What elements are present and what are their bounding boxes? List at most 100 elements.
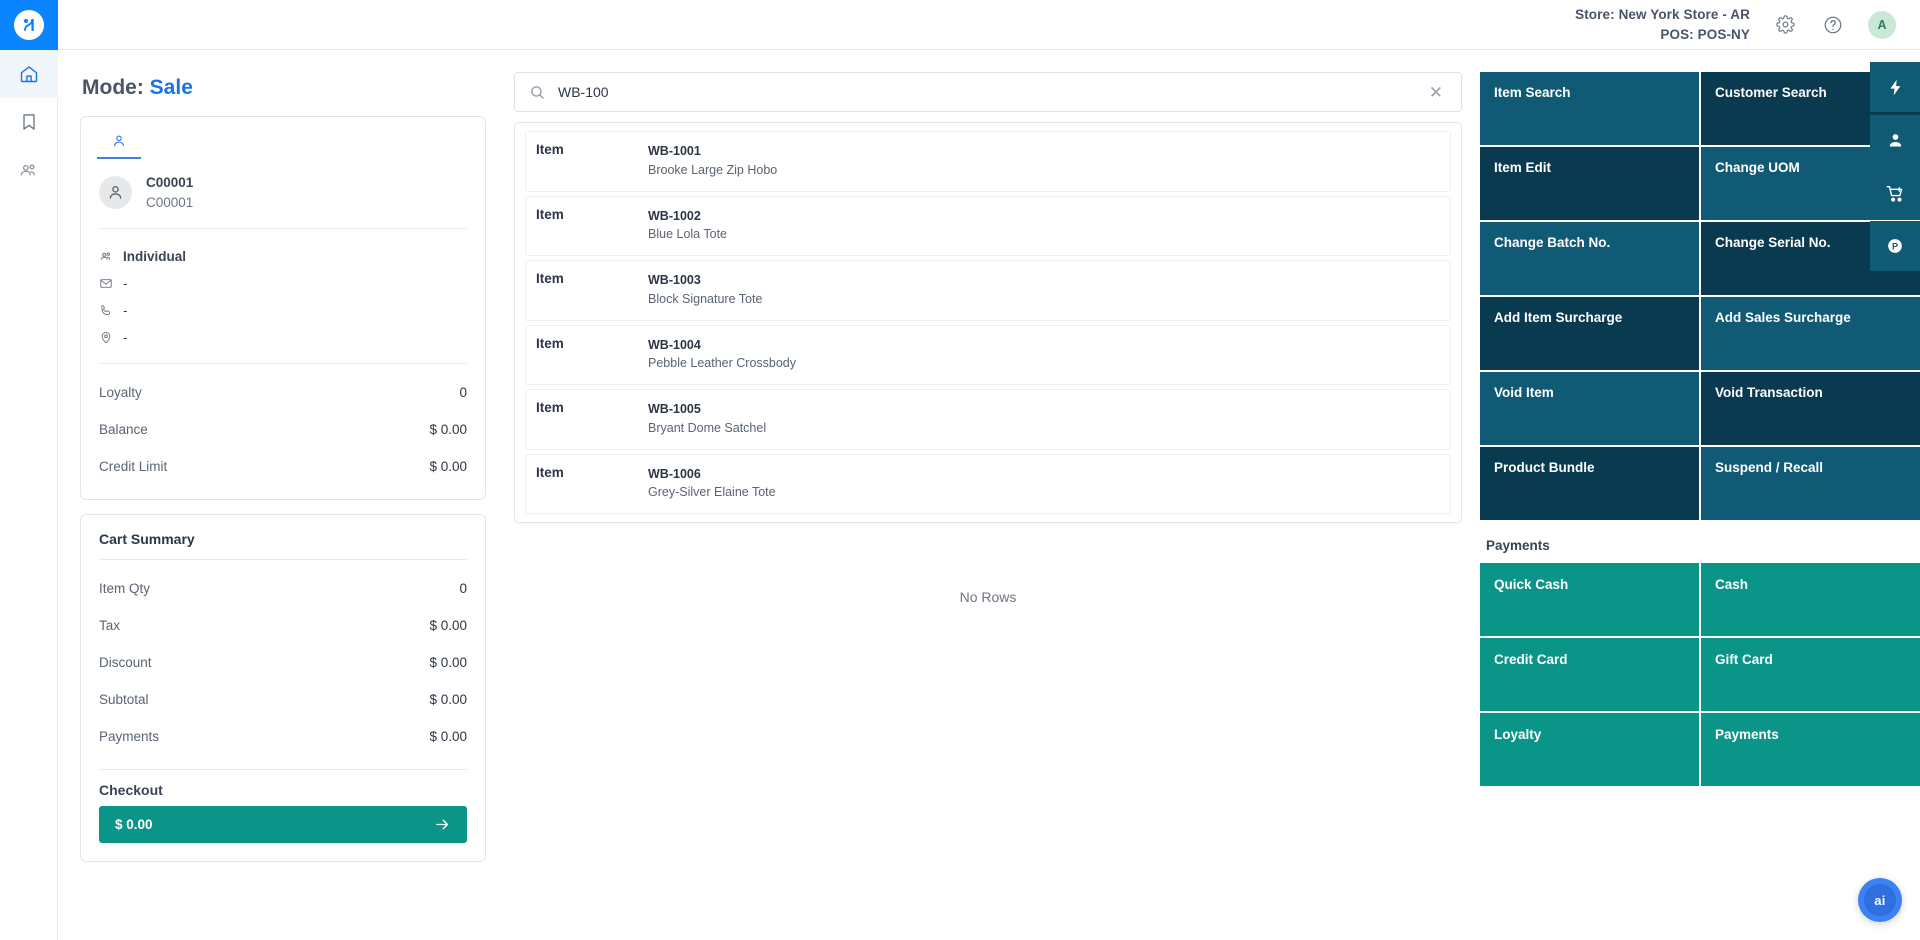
left-navigation-rail — [0, 0, 58, 940]
result-code: WB-1001 — [648, 142, 777, 161]
checkout-button[interactable]: $ 0.00 — [99, 806, 467, 843]
phone-icon — [99, 303, 113, 318]
action-item-edit[interactable]: Item Edit — [1480, 147, 1699, 220]
app-logo[interactable] — [0, 0, 58, 50]
settings-button[interactable] — [1772, 12, 1798, 38]
users-icon — [99, 249, 113, 264]
rail-park-button[interactable]: P — [1870, 221, 1920, 271]
payment-payments[interactable]: Payments — [1701, 713, 1920, 786]
search-result-item[interactable]: Item WB-1006 Grey-Silver Elaine Tote — [525, 454, 1451, 515]
lightning-icon — [1886, 78, 1905, 97]
action-suspend-recall[interactable]: Suspend / Recall — [1701, 447, 1920, 520]
customer-card: C00001 C00001 Individual — [80, 116, 486, 500]
result-type: Item — [536, 336, 648, 351]
payment-credit-card[interactable]: Credit Card — [1480, 638, 1699, 711]
metric-value: 0 — [459, 385, 467, 400]
sidebar-item-bookmarks[interactable] — [0, 98, 58, 146]
payments-section-title: Payments — [1480, 520, 1920, 563]
checkout-amount: $ 0.00 — [115, 817, 153, 832]
cart-summary-rows: Item Qty 0 Tax $ 0.00 Discount $ 0.00 — [81, 560, 485, 769]
summary-value: $ 0.00 — [429, 618, 467, 633]
person-icon — [111, 133, 127, 149]
summary-label: Payments — [99, 729, 159, 744]
sidebar-item-customers[interactable] — [0, 146, 58, 194]
top-header-bar: Store: New York Store - AR POS: POS-NY A — [58, 0, 1920, 50]
arrow-right-icon — [434, 816, 451, 833]
cart-summary-title: Cart Summary — [81, 515, 485, 559]
customer-email-row: - — [99, 270, 467, 297]
payment-quick-cash[interactable]: Quick Cash — [1480, 563, 1699, 636]
action-product-bundle[interactable]: Product Bundle — [1480, 447, 1699, 520]
result-description: Block Signature Tote — [648, 290, 762, 309]
quick-action-rail: P — [1870, 50, 1920, 271]
logo-mark-icon — [14, 10, 44, 40]
result-type: Item — [536, 271, 648, 286]
customer-avatar — [99, 176, 132, 209]
customer-metrics: Loyalty 0 Balance $ 0.00 Credit Limit $ … — [81, 364, 485, 499]
search-results-dropdown: Item WB-1001 Brooke Large Zip Hobo Item … — [514, 122, 1462, 523]
payment-cash[interactable]: Cash — [1701, 563, 1920, 636]
search-result-item[interactable]: Item WB-1003 Block Signature Tote — [525, 260, 1451, 321]
summary-row: Item Qty 0 — [99, 570, 467, 607]
user-avatar[interactable]: A — [1868, 11, 1896, 39]
search-result-item[interactable]: Item WB-1001 Brooke Large Zip Hobo — [525, 131, 1451, 192]
result-description: Pebble Leather Crossbody — [648, 354, 796, 373]
rail-customer-button[interactable] — [1870, 115, 1920, 165]
payment-loyalty[interactable]: Loyalty — [1480, 713, 1699, 786]
action-change-batch-no[interactable]: Change Batch No. — [1480, 222, 1699, 295]
svg-text:P: P — [1892, 242, 1898, 252]
search-result-item[interactable]: Item WB-1005 Bryant Dome Satchel — [525, 389, 1451, 450]
rail-add-to-cart-button[interactable] — [1870, 168, 1920, 218]
summary-value: $ 0.00 — [429, 655, 467, 670]
customer-identity: C00001 C00001 — [81, 159, 485, 228]
customer-type: Individual — [123, 249, 186, 264]
location-pin-icon — [99, 330, 113, 345]
clear-search-button[interactable]: ✕ — [1425, 82, 1447, 103]
customer-address-row: - — [99, 324, 467, 351]
action-void-transaction[interactable]: Void Transaction — [1701, 372, 1920, 445]
result-code: WB-1005 — [648, 400, 766, 419]
gear-icon — [1776, 15, 1795, 34]
pos-label: POS: POS-NY — [1575, 25, 1750, 45]
tab-customer[interactable] — [97, 127, 141, 159]
payment-gift-card[interactable]: Gift Card — [1701, 638, 1920, 711]
summary-value: $ 0.00 — [429, 729, 467, 744]
ai-assistant-button[interactable]: ai — [1858, 878, 1902, 922]
metric-row: Credit Limit $ 0.00 — [99, 448, 467, 485]
mail-icon — [99, 276, 113, 291]
customer-phone: - — [123, 303, 128, 318]
workspace: Mode: Sale — [58, 50, 1920, 940]
result-type: Item — [536, 465, 648, 480]
summary-row: Payments $ 0.00 — [99, 718, 467, 755]
main-area: Store: New York Store - AR POS: POS-NY A — [58, 0, 1920, 940]
action-item-search[interactable]: Item Search — [1480, 72, 1699, 145]
search-icon — [529, 84, 546, 101]
sidebar-item-home[interactable] — [0, 50, 58, 98]
help-button[interactable] — [1820, 12, 1846, 38]
customer-phone-row: - — [99, 297, 467, 324]
summary-label: Item Qty — [99, 581, 150, 596]
users-icon — [18, 160, 39, 181]
rail-quick-actions-button[interactable] — [1870, 62, 1920, 112]
customer-details: Individual - — [81, 229, 485, 363]
search-bar[interactable]: ✕ — [514, 72, 1462, 112]
metric-value: $ 0.00 — [429, 422, 467, 437]
summary-label: Tax — [99, 618, 120, 633]
payment-button-grid: Quick Cash Cash Credit Card Gift Card Lo… — [1480, 563, 1920, 786]
summary-value: 0 — [459, 581, 467, 596]
parking-p-icon: P — [1885, 236, 1905, 256]
action-add-sales-surcharge[interactable]: Add Sales Surcharge — [1701, 297, 1920, 370]
action-button-grid: Item Search Customer Search Item Edit Ch… — [1480, 72, 1920, 520]
search-result-item[interactable]: Item WB-1004 Pebble Leather Crossbody — [525, 325, 1451, 386]
action-void-item[interactable]: Void Item — [1480, 372, 1699, 445]
store-label: Store: New York Store - AR — [1575, 5, 1750, 25]
result-type: Item — [536, 400, 648, 415]
action-add-item-surcharge[interactable]: Add Item Surcharge — [1480, 297, 1699, 370]
metric-row: Loyalty 0 — [99, 374, 467, 411]
search-result-item[interactable]: Item WB-1002 Blue Lola Tote — [525, 196, 1451, 257]
search-and-grid-panel: ✕ Item WB-1001 Brooke Large Zip Hobo Ite… — [508, 50, 1472, 940]
person-icon — [106, 183, 125, 202]
summary-label: Subtotal — [99, 692, 149, 707]
mode-indicator: Mode: Sale — [80, 50, 486, 116]
search-input[interactable] — [558, 84, 1413, 100]
